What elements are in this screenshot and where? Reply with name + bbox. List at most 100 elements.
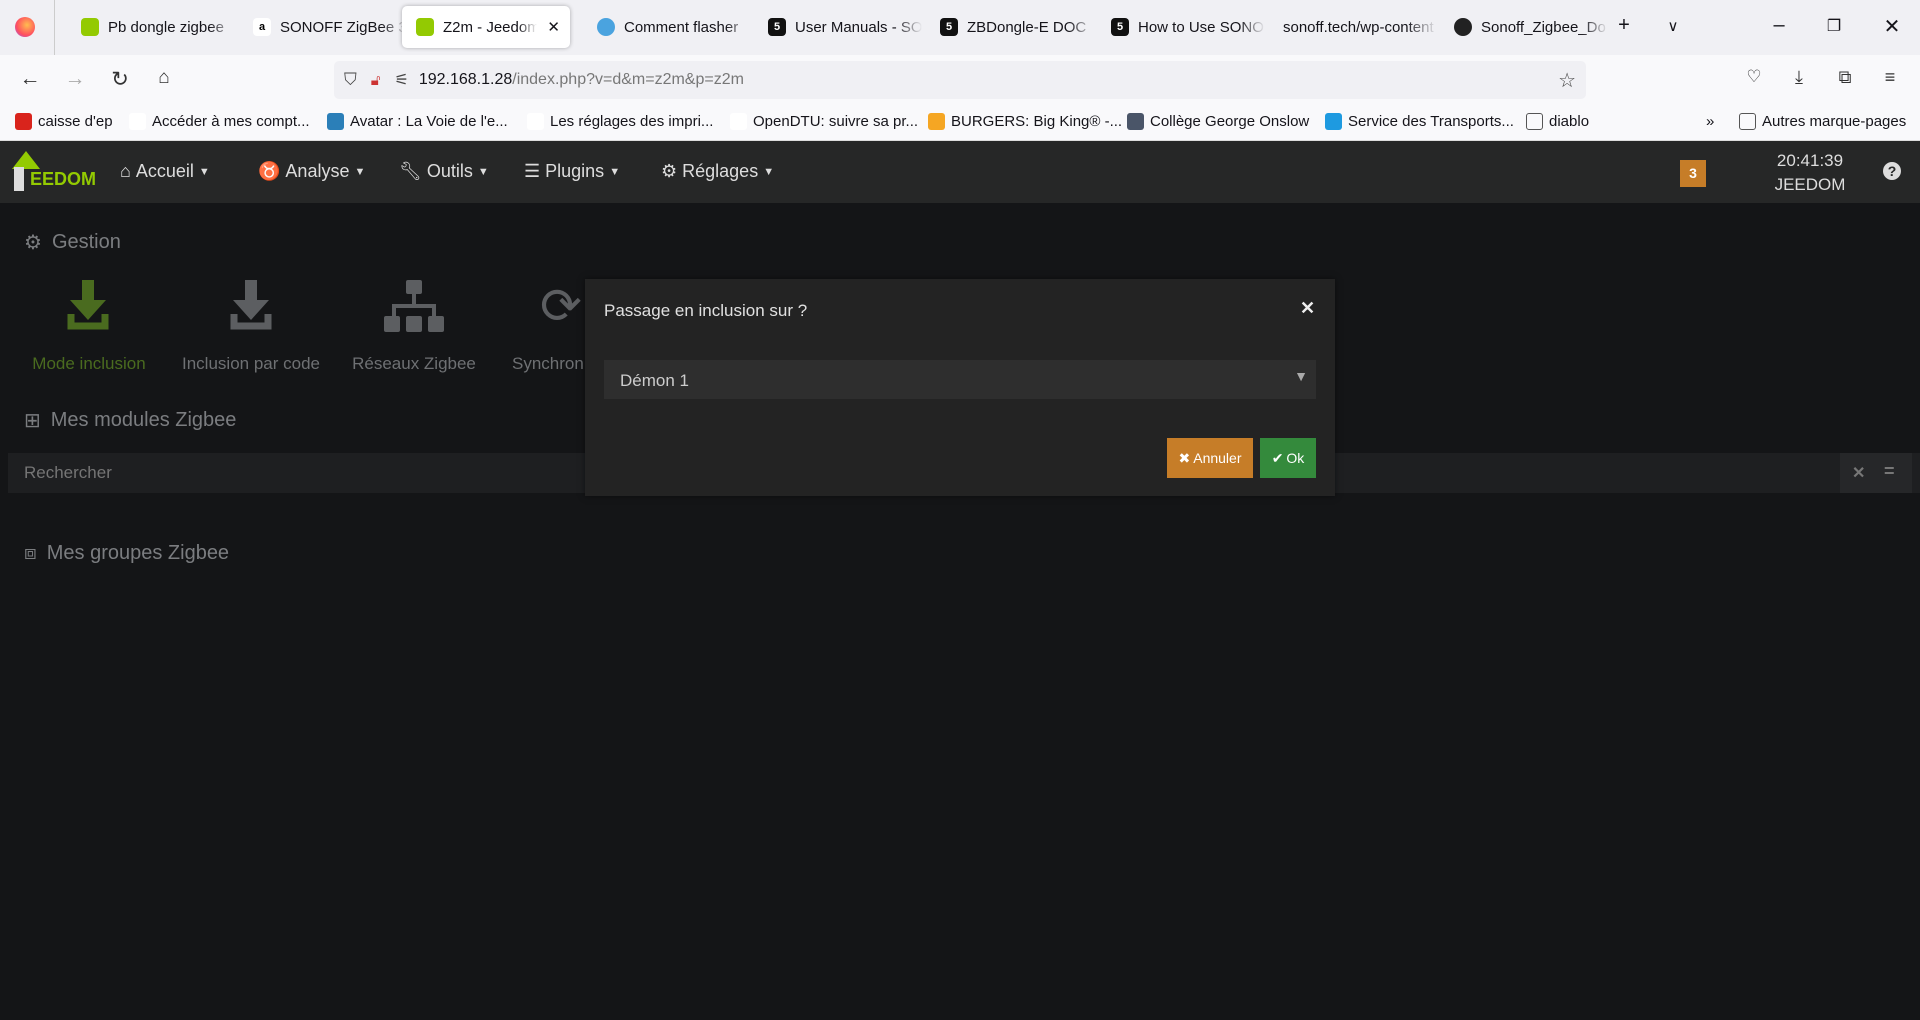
close-window-icon[interactable]: ✕ — [1877, 14, 1907, 39]
wrench-icon: 🔧︎ — [399, 161, 422, 181]
tab-list-chevron-icon[interactable]: ∨ — [1658, 17, 1688, 35]
browser-tab[interactable]: a SONOFF ZigBee 3 — [239, 6, 407, 48]
search-actions: ✕ = — [1840, 453, 1912, 493]
reseaux-zigbee-button[interactable]: Réseaux Zigbee — [352, 354, 476, 374]
restore-icon[interactable]: ❐ — [1819, 16, 1849, 36]
selected-value: Démon 1 — [620, 371, 689, 390]
jeedom-logo[interactable]: EEDOM — [8, 151, 96, 193]
notification-badge[interactable]: 3 — [1680, 160, 1706, 187]
amazon-icon: a — [253, 18, 271, 36]
object-group-icon: ⧈ — [24, 542, 37, 564]
modules-heading: ⊞ Mes modules Zigbee — [24, 409, 237, 432]
menu-outils[interactable]: 🔧︎ Outils ▼ — [399, 161, 489, 182]
sonoff-icon: 5 — [768, 18, 786, 36]
download-code-icon[interactable] — [221, 280, 281, 332]
reload-icon[interactable]: ↻ — [106, 67, 134, 92]
menu-réglages[interactable]: ⚙ Réglages ▼ — [661, 161, 774, 182]
bookmark-favicon-icon — [928, 113, 945, 130]
jeedom-icon — [416, 18, 434, 36]
bookmark-favicon-icon — [527, 113, 544, 130]
pocket-icon[interactable]: ♡ — [1740, 67, 1768, 87]
other-bookmarks[interactable]: Autres marque-pages — [1739, 113, 1906, 130]
sonoff-icon: 5 — [1111, 18, 1129, 36]
insecure-lock-icon[interactable]: 🔓︎ — [371, 72, 381, 89]
caret-down-icon: ▼ — [609, 165, 621, 178]
bookmark-favicon-icon — [15, 113, 32, 130]
url-host: 192.168.1.28 — [418, 71, 513, 88]
minimize-icon[interactable]: – — [1764, 14, 1794, 37]
bookmark-item[interactable]: Accéder à mes compt... — [129, 113, 310, 130]
browser-tab-bar: Pb dongle zigbee a SONOFF ZigBee 3 Z2m - Je… — [0, 0, 1920, 55]
browser-toolbar: ← → ↻ ⌂ ⛉ 🔓︎ ⚟ 192.168.1.28/index.php?v=… — [0, 55, 1920, 105]
browser-tab[interactable]: Pb dongle zigbee — [67, 6, 235, 48]
sitemap-icon[interactable] — [384, 280, 444, 332]
browser-tab[interactable]: Comment flasher — [583, 6, 751, 48]
browser-tab[interactable]: sonoff.tech/wp-content — [1269, 6, 1437, 48]
caret-down-icon: ▼ — [354, 165, 366, 178]
bookmark-favicon-icon — [730, 113, 747, 130]
folder-icon — [1739, 113, 1756, 130]
menu-accueil[interactable]: ⌂ Accueil ▼ — [120, 161, 210, 182]
clock: 20:41:39 — [1776, 151, 1844, 170]
globe-icon — [597, 18, 615, 36]
bookmark-item[interactable]: diablo — [1526, 113, 1589, 130]
list-icon: ☰ — [524, 161, 541, 181]
bookmark-item[interactable]: Les réglages des impri... — [527, 113, 713, 130]
inclusion-code-button[interactable]: Inclusion par code — [182, 354, 320, 374]
firefox-icon[interactable] — [15, 17, 35, 37]
close-icon: ✖ — [1178, 449, 1191, 466]
close-tab-icon[interactable]: ✕ — [547, 18, 560, 36]
user-name[interactable]: JEEDOM — [1760, 175, 1860, 195]
stethoscope-icon: ♉ — [258, 161, 281, 181]
extensions-icon[interactable]: ⧉ — [1831, 67, 1859, 88]
bookmark-item[interactable]: Service des Transports... — [1325, 113, 1514, 130]
back-icon[interactable]: ← — [16, 67, 44, 91]
bookmark-favicon-icon — [129, 113, 146, 130]
bookmark-item[interactable]: Avatar : La Voie de l'e... — [327, 113, 508, 130]
mode-inclusion-button[interactable]: Mode inclusion — [32, 354, 145, 374]
help-icon[interactable]: ? — [1883, 162, 1901, 180]
browser-tab[interactable]: Sonoff_Zigbee_Do — [1440, 6, 1608, 48]
gear-icon: ⚙ — [661, 161, 678, 181]
download-icon[interactable] — [58, 280, 118, 332]
bookmark-item[interactable]: OpenDTU: suivre sa pr... — [730, 113, 918, 130]
url-bar[interactable]: ⛉ 🔓︎ ⚟ 192.168.1.28/index.php?v=d&m=z2m&… — [334, 61, 1586, 99]
browser-tab[interactable]: 5 How to Use SONO — [1097, 6, 1265, 48]
dialog-title: Passage en inclusion sur ? — [604, 301, 808, 320]
bookmark-favicon-icon — [1325, 113, 1342, 130]
forward-icon[interactable]: → — [61, 67, 89, 91]
home-icon: ⌂ — [120, 161, 131, 181]
daemon-select[interactable]: Démon 1 ▼ — [604, 360, 1316, 399]
browser-tab[interactable]: Z2m - Jeedom ✕ — [402, 6, 570, 48]
bookmark-favicon-icon — [327, 113, 344, 130]
menu-icon[interactable]: ≡ — [1876, 67, 1904, 88]
gear-icon: ⚙ — [24, 232, 42, 254]
browser-tab[interactable]: 5 ZBDongle-E DOC — [926, 6, 1094, 48]
bookmark-favicon-icon — [1127, 113, 1144, 130]
shield-icon[interactable]: ⛉ — [344, 70, 357, 90]
new-tab-icon[interactable]: + — [1609, 14, 1639, 37]
close-dialog-icon[interactable]: ✕ — [1300, 298, 1315, 319]
cancel-button[interactable]: ✖ Annuler — [1167, 438, 1253, 478]
bookmark-star-icon[interactable]: ☆ — [1558, 68, 1576, 93]
home-icon[interactable]: ⌂ — [150, 67, 178, 89]
browser-tab[interactable]: 5 User Manuals - SO — [754, 6, 922, 48]
bookmark-item[interactable]: Collège George Onslow — [1127, 113, 1309, 130]
sonoff-icon: 5 — [940, 18, 958, 36]
check-icon: ✔ — [1271, 449, 1284, 466]
clear-search-icon[interactable]: ✕ — [1852, 463, 1865, 483]
more-bookmarks-chevron-icon[interactable]: » — [1706, 113, 1714, 130]
menu-plugins[interactable]: ☰ Plugins ▼ — [524, 161, 620, 182]
bookmark-item[interactable]: caisse d'ep — [15, 113, 113, 130]
ok-button[interactable]: ✔ Ok — [1260, 438, 1316, 478]
sync-icon[interactable]: ⟳ — [540, 280, 585, 332]
download-icon[interactable]: ⤓ — [1785, 67, 1813, 88]
toggle-view-icon[interactable]: = — [1884, 461, 1895, 482]
table-icon: ⊞ — [24, 410, 41, 432]
permissions-icon[interactable]: ⚟ — [394, 70, 408, 90]
caret-down-icon: ▼ — [763, 165, 775, 178]
bookmark-item[interactable]: BURGERS: Big King® -... — [928, 113, 1122, 130]
jeedom-icon — [81, 18, 99, 36]
synchronise-button[interactable]: Synchron — [512, 354, 584, 374]
menu-analyse[interactable]: ♉ Analyse ▼ — [258, 161, 365, 182]
